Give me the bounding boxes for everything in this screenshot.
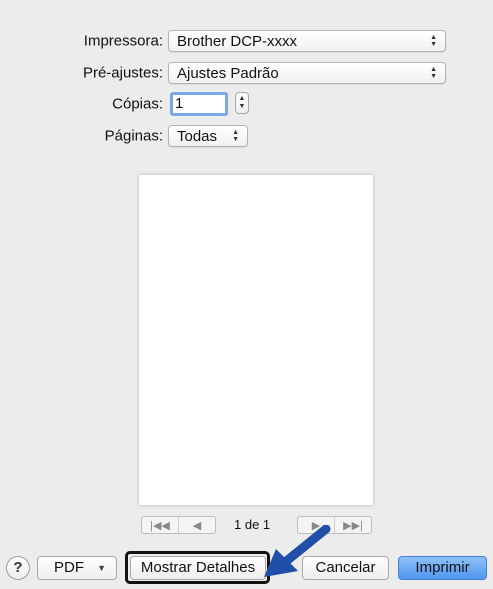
printer-label: Impressora: [83,32,163,50]
stepper-down-icon[interactable]: ▼ [239,103,246,111]
pages-popup[interactable]: Todas ▲ ▼ [168,125,248,147]
updown-arrows-icon: ▲ ▼ [430,66,437,80]
cancel-button[interactable]: Cancelar [302,556,389,580]
presets-popup[interactable]: Ajustes Padrão ▲ ▼ [168,62,446,84]
chevron-down-icon: ▼ [97,563,106,573]
print-button[interactable]: Imprimir [398,556,487,580]
last-page-icon[interactable]: ▶▶| [335,517,371,533]
presets-value: Ajustes Padrão [177,65,279,82]
nav-back-group: |◀◀ ◀ [141,516,216,534]
print-dialog: Impressora: Brother DCP-xxxx ▲ ▼ Pré-ajus… [0,0,493,589]
pdf-menu-button[interactable]: PDF ▼ [37,556,117,580]
page-preview [139,175,373,505]
previous-page-icon[interactable]: ◀ [179,517,215,533]
printer-value: Brother DCP-xxxx [177,33,298,50]
updown-arrows-icon: ▲ ▼ [232,129,239,143]
pages-value: Todas [177,128,218,145]
show-details-button[interactable]: Mostrar Detalhes [130,556,266,580]
pdf-label: PDF [54,559,84,576]
copies-input[interactable]: 1 [170,92,228,116]
printer-popup[interactable]: Brother DCP-xxxx ▲ ▼ [168,30,446,52]
pages-label: Páginas: [104,127,163,145]
presets-label: Pré-ajustes: [82,64,163,82]
stepper-up-icon[interactable]: ▲ [239,95,246,103]
updown-arrows-icon: ▲ ▼ [430,34,437,48]
copies-label: Cópias: [112,95,163,113]
copies-value: 1 [175,95,184,112]
copies-stepper[interactable]: ▲ ▼ [235,92,249,114]
first-page-icon[interactable]: |◀◀ [142,517,179,533]
help-button[interactable]: ? [6,556,30,580]
